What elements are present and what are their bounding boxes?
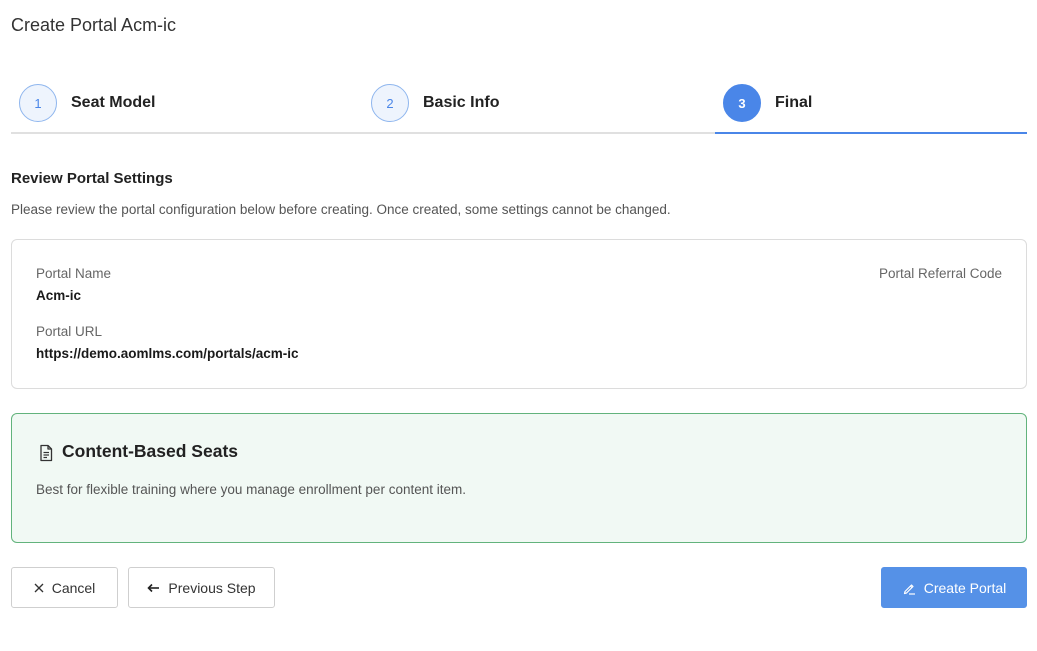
pencil-icon	[902, 581, 916, 595]
step-number: 3	[723, 84, 761, 122]
arrow-left-icon	[147, 583, 160, 593]
previous-step-button[interactable]: Previous Step	[128, 567, 275, 608]
previous-step-button-label: Previous Step	[168, 579, 256, 596]
step-label: Basic Info	[423, 94, 500, 111]
portal-name-value: Acm-ic	[36, 288, 82, 303]
portal-referral-code-label: Portal Referral Code	[878, 266, 1002, 281]
review-section-title: Review Portal Settings	[11, 170, 173, 187]
cancel-button-label: Cancel	[51, 579, 96, 596]
step-seat-model[interactable]: 1 Seat Model	[11, 82, 363, 132]
close-icon	[34, 583, 44, 593]
cancel-button[interactable]: Cancel	[11, 567, 118, 608]
seat-model-card: Content-Based Seats Best for flexible tr…	[11, 413, 1027, 543]
create-portal-button-label: Create Portal	[923, 579, 1007, 596]
step-label: Seat Model	[71, 94, 156, 111]
step-basic-info[interactable]: 2 Basic Info	[363, 82, 715, 132]
create-portal-button[interactable]: Create Portal	[881, 567, 1027, 608]
review-section-description: Please review the portal configuration b…	[11, 202, 671, 217]
portal-url-value: https://demo.aomlms.com/portals/acm-ic	[36, 346, 299, 361]
seat-model-title: Content-Based Seats	[62, 441, 239, 461]
document-icon	[38, 444, 54, 462]
portal-name-label: Portal Name	[36, 266, 112, 281]
page-title: Create Portal Acm-ic	[11, 15, 177, 35]
seat-model-description: Best for flexible training where you man…	[36, 482, 466, 497]
step-number: 2	[371, 84, 409, 122]
step-label: Final	[775, 94, 813, 111]
step-number: 1	[19, 84, 57, 122]
portal-url-label: Portal URL	[36, 324, 103, 339]
portal-settings-card: Portal Name Acm-ic Portal URL https://de…	[11, 239, 1027, 389]
step-final[interactable]: 3 Final	[715, 82, 1027, 134]
active-step-indicator	[715, 132, 1027, 134]
stepper: 1 Seat Model 2 Basic Info 3 Final	[11, 82, 1027, 134]
create-portal-page: Create Portal Acm-ic 1 Seat Model 2 Basi…	[0, 0, 1037, 651]
